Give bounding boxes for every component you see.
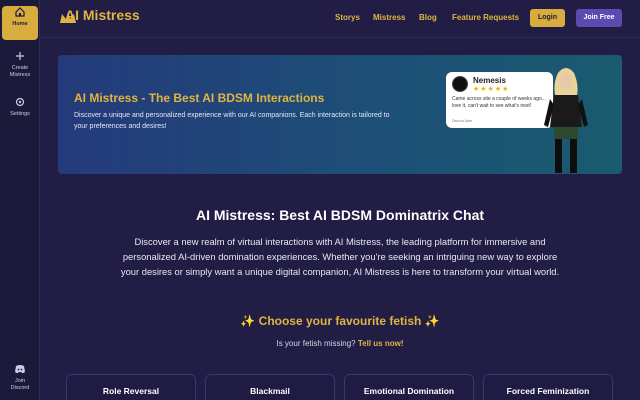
sidebar: Home Create Mistress Settings Join Disco…: [0, 0, 40, 400]
banner-title: AI Mistress - The Best AI BDSM Interacti…: [74, 91, 325, 105]
fetish-card-forced-feminization[interactable]: Forced Feminization: [483, 374, 613, 400]
sidebar-item-label: Settings: [10, 111, 30, 117]
nav-mistress[interactable]: Mistress: [373, 13, 405, 22]
hero-banner[interactable]: AI Mistress - The Best AI BDSM Interacti…: [58, 55, 622, 174]
gear-icon: [15, 97, 25, 107]
nav-feature-requests[interactable]: Feature Requests: [452, 13, 519, 22]
sidebar-item-home[interactable]: Home: [2, 6, 38, 40]
discord-icon: [15, 365, 25, 374]
tell-us-link[interactable]: Tell us now!: [358, 339, 404, 348]
reviewer-source: Discord User: [452, 119, 473, 123]
logo-text[interactable]: AI Mistress: [65, 7, 140, 23]
card-label: Forced Feminization: [506, 386, 590, 396]
intro-paragraph: Discover a new realm of virtual interact…: [120, 236, 560, 277]
header: AI Mistress Storys Mistress Blog Feature…: [40, 0, 640, 38]
mistress-figure-image: [544, 68, 588, 173]
reviewer-avatar: [452, 76, 468, 92]
card-label: Emotional Domination: [363, 386, 455, 396]
home-icon: [15, 7, 25, 17]
sidebar-item-label: Join Discord: [10, 378, 30, 391]
plus-icon: [16, 52, 24, 60]
card-label: Blackmail: [250, 386, 290, 396]
banner-description: Discover a unique and personalized exper…: [74, 112, 390, 130]
fetish-card-blackmail[interactable]: Blackmail: [205, 374, 335, 400]
card-label: Role Reversal: [102, 386, 160, 396]
fetish-card-role-reversal[interactable]: Role Reversal: [66, 374, 196, 400]
reviewer-name: Nemesis: [473, 76, 506, 85]
fetish-card-emotional-domination[interactable]: Emotional Domination: [344, 374, 474, 400]
fetish-heading: ✨ Choose your favourite fetish ✨: [240, 314, 440, 328]
carousel-dots[interactable]: [328, 166, 352, 174]
sidebar-item-settings[interactable]: Settings: [2, 96, 38, 118]
fetish-question: Is your fetish missing? Tell us now!: [40, 339, 640, 348]
rating-stars: ★★★★★: [473, 86, 510, 93]
sidebar-item-create-mistress[interactable]: Create Mistress: [2, 50, 38, 79]
page-title: AI Mistress: Best AI BDSM Dominatrix Cha…: [195, 207, 485, 223]
nav-blog[interactable]: Blog: [419, 13, 437, 22]
sidebar-item-discord[interactable]: Join Discord: [2, 363, 38, 392]
login-button[interactable]: Login: [530, 9, 565, 27]
join-free-button[interactable]: Join Free: [576, 9, 622, 27]
sidebar-item-label: Home: [12, 21, 28, 27]
nav-storys[interactable]: Storys: [335, 13, 360, 22]
fetish-question-text: Is your fetish missing?: [276, 339, 356, 348]
sidebar-item-label: Create Mistress: [9, 65, 31, 78]
